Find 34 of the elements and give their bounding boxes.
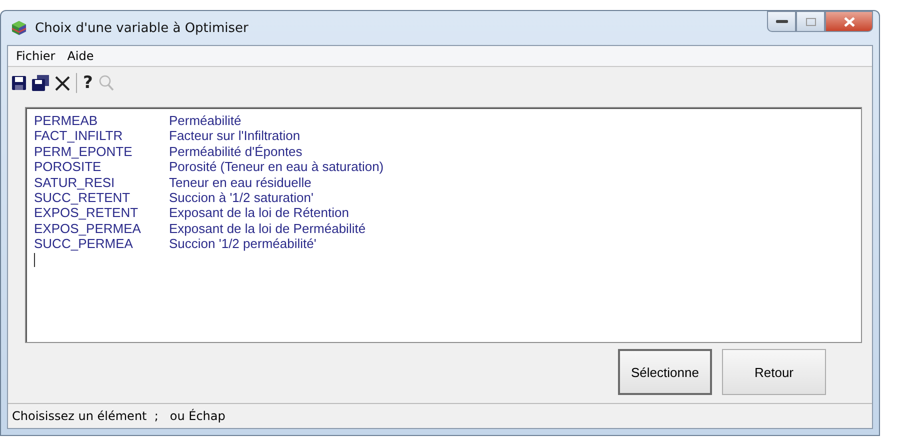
variable-description[interactable]: Succion '1/2 perméabilité'	[169, 236, 853, 252]
save-all-icon[interactable]	[32, 75, 49, 91]
variable-code[interactable]: PERMEAB	[34, 113, 169, 128]
variable-code[interactable]: POROSITE	[34, 159, 169, 175]
variable-code[interactable]: SATUR_RESI	[34, 174, 169, 190]
maximize-icon	[806, 18, 816, 26]
dialog-button[interactable]: Sélectionne	[618, 349, 712, 395]
variable-description[interactable]: Porosité (Teneur en eau à saturation)	[169, 159, 853, 175]
variable-list[interactable]	[25, 107, 862, 343]
variable-description[interactable]: Exposant de la loi de Rétention	[169, 205, 853, 221]
variable-description[interactable]: Perméabilité d'Épontes	[169, 144, 853, 160]
variable-code[interactable]: EXPOS_PERMEA	[34, 220, 169, 236]
variable-description[interactable]: Exposant de la loi de Perméabilité	[169, 220, 853, 236]
help-icon[interactable]: ?	[83, 74, 93, 92]
delete-icon[interactable]	[55, 76, 70, 90]
cube-icon	[11, 20, 27, 36]
menu-item[interactable]: Fichier	[12, 49, 60, 63]
variable-code[interactable]: EXPOS_RETENT	[34, 205, 169, 221]
minimize-button[interactable]	[767, 11, 796, 32]
variable-description[interactable]: Succion à '1/2 saturation'	[169, 190, 853, 206]
window-title: Choix d'une variable à Optimiser	[35, 20, 250, 36]
variable-description[interactable]: Teneur en eau résiduelle	[169, 174, 853, 190]
dialog-button[interactable]: Retour	[722, 349, 826, 395]
variable-description[interactable]: Facteur sur l'Infiltration	[169, 128, 853, 144]
variable-code[interactable]: SUCC_PERMEA	[34, 236, 169, 252]
close-button[interactable]	[825, 11, 873, 32]
menu-item[interactable]: Aide	[63, 49, 98, 63]
close-icon	[844, 16, 854, 26]
variable-code[interactable]: PERM_EPONTE	[34, 144, 169, 160]
minimize-icon	[776, 19, 788, 24]
save-icon[interactable]	[12, 76, 26, 90]
variable-description[interactable]: Perméabilité	[169, 113, 853, 128]
variable-code[interactable]: SUCC_RETENT	[34, 190, 169, 206]
variable-code[interactable]: FACT_INFILTR	[34, 128, 169, 144]
